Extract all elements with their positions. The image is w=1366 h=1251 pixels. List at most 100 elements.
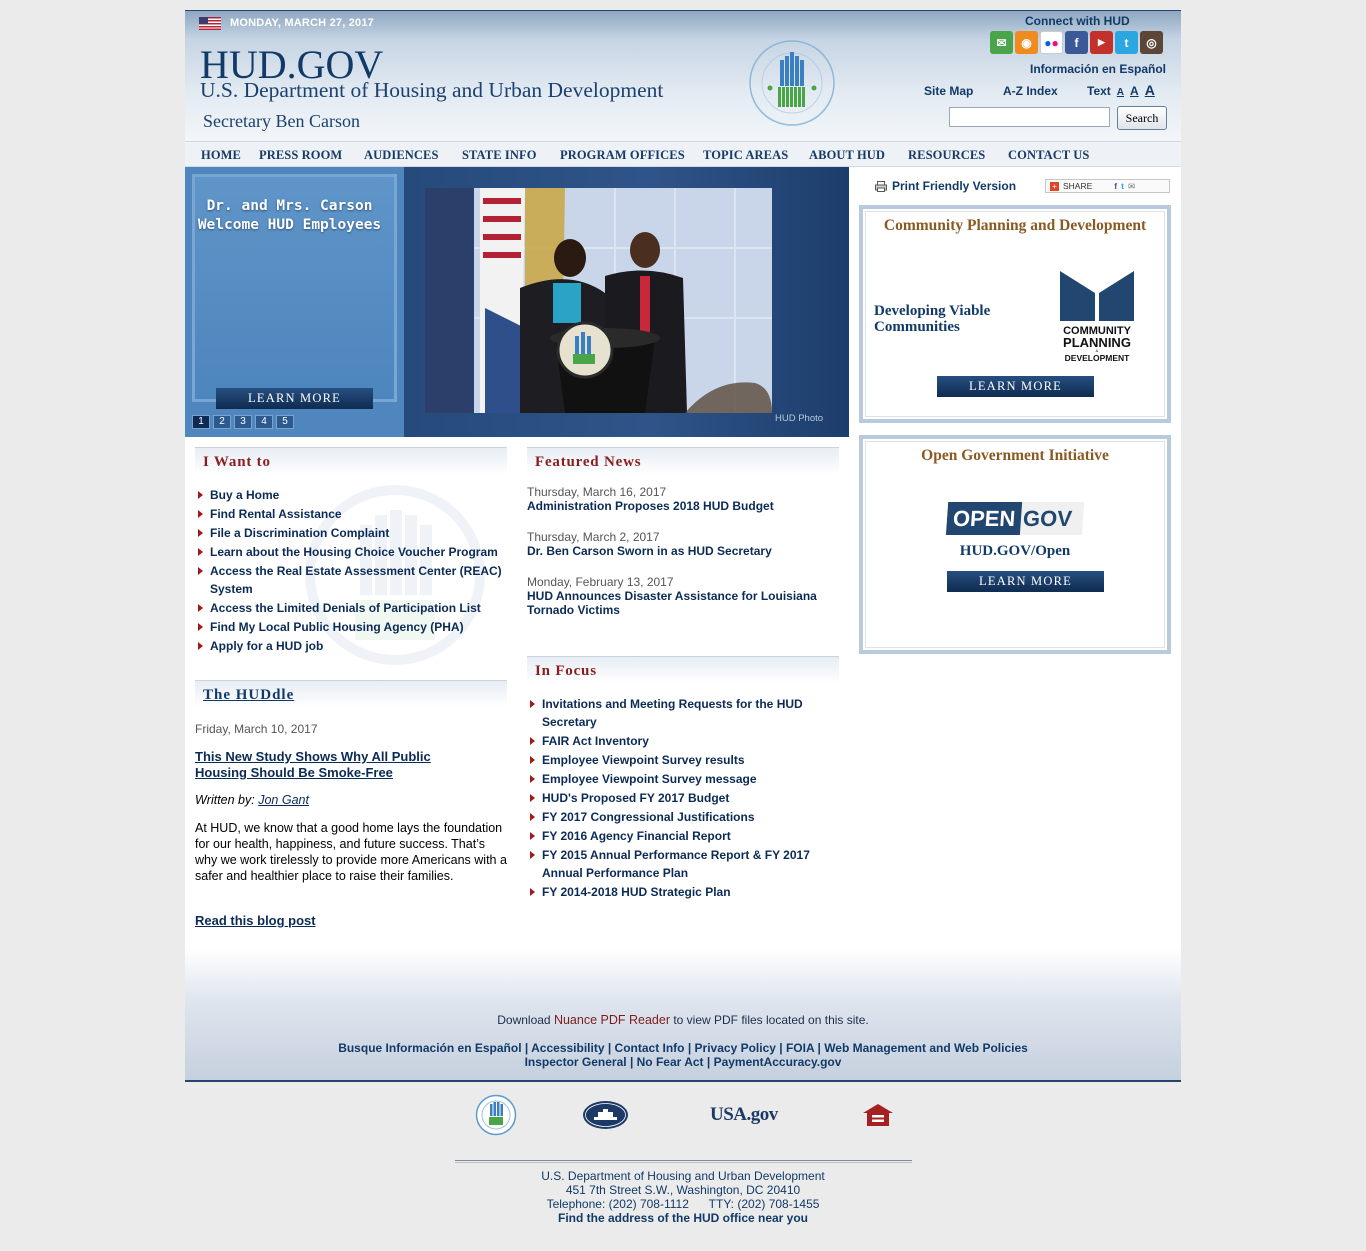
page-container: MONDAY, MARCH 27, 2017 HUD.GOV U.S. Depa…: [185, 10, 1181, 1082]
email-icon: ✉: [1127, 180, 1136, 191]
list-item[interactable]: Apply for a HUD job: [195, 637, 505, 655]
search-input[interactable]: [949, 107, 1110, 127]
hero-photo-credit: HUD Photo: [775, 413, 824, 424]
hero-page-2[interactable]: 2: [213, 415, 231, 429]
news-link[interactable]: HUD Announces Disaster Assistance for Lo…: [527, 589, 837, 617]
list-item[interactable]: FY 2015 Annual Performance Report & FY 2…: [527, 846, 827, 882]
list-item[interactable]: Find Rental Assistance: [195, 505, 505, 523]
huddle-read-more-link[interactable]: Read this blog post: [195, 913, 316, 928]
list-item[interactable]: FY 2016 Agency Financial Report: [527, 827, 827, 845]
espanol-link[interactable]: Información en Español: [1030, 62, 1166, 76]
list-item[interactable]: Find My Local Public Housing Agency (PHA…: [195, 618, 505, 636]
share-button[interactable]: + SHARE f t ✉: [1045, 179, 1170, 193]
list-item[interactable]: Learn about the Housing Choice Voucher P…: [195, 543, 505, 561]
hero-page-3[interactable]: 3: [234, 415, 252, 429]
news-date: Monday, February 13, 2017: [527, 575, 674, 589]
cpd-logo-icon: COMMUNITY PLANNING & DEVELOPMENT: [1060, 271, 1134, 363]
open-gov-link[interactable]: HUD.GOV/Open: [863, 543, 1167, 560]
equal-housing-icon[interactable]: [862, 1103, 894, 1127]
open-gov-learn-more-button[interactable]: LEARN MORE: [947, 571, 1104, 592]
hero-learn-more-button[interactable]: LEARN MORE: [216, 388, 373, 409]
list-item[interactable]: FY 2017 Congressional Justifications: [527, 808, 827, 826]
open-gov-card-title: Open Government Initiative: [921, 447, 1109, 464]
rss-icon[interactable]: ◉: [1015, 31, 1038, 54]
main-nav: HOME PRESS ROOM AUDIENCES STATE INFO PRO…: [185, 141, 1181, 167]
hero-page-5[interactable]: 5: [276, 415, 294, 429]
twitter-icon[interactable]: t: [1115, 31, 1138, 54]
news-date: Thursday, March 16, 2017: [527, 485, 667, 499]
in-focus-header: In Focus: [527, 656, 839, 684]
hero-caption-panel: Dr. and Mrs. Carson Welcome HUD Employee…: [185, 167, 404, 437]
featured-news-header: Featured News: [527, 447, 839, 475]
email-icon[interactable]: ✉: [990, 31, 1013, 54]
nav-audiences[interactable]: AUDIENCES: [364, 148, 439, 163]
footer-divider: [455, 1160, 912, 1163]
list-item[interactable]: FY 2014-2018 HUD Strategic Plan: [527, 883, 827, 901]
huddle-date: Friday, March 10, 2017: [195, 722, 318, 736]
print-friendly-link[interactable]: Print Friendly Version: [875, 179, 1016, 193]
hero-pagination: 1 2 3 4 5: [192, 415, 294, 429]
pdf-reader-note: Download Nuance PDF Reader to view PDF f…: [185, 1013, 1181, 1027]
us-flag-icon: [199, 17, 221, 30]
huddle-heading[interactable]: The HUDdle: [203, 687, 294, 704]
hero-caption: Dr. and Mrs. Carson Welcome HUD Employee…: [197, 198, 382, 233]
twitter-icon: t: [1121, 181, 1124, 191]
text-size-controls: Text A A A: [1087, 82, 1155, 98]
text-size-large[interactable]: A: [1145, 82, 1155, 98]
hero-page-4[interactable]: 4: [255, 415, 273, 429]
open-gov-logo-left: OPEN: [945, 502, 1023, 535]
open-gov-logo-right: GOV: [1022, 506, 1073, 531]
address-line-2: 451 7th Street S.W., Washington, DC 2041…: [565, 1183, 801, 1197]
facebook-icon[interactable]: f: [1065, 31, 1088, 54]
find-office-link[interactable]: Find the address of the HUD office near …: [0, 1211, 1366, 1225]
address-line-3: Telephone: (202) 708-1112 TTY: (202) 708…: [546, 1197, 820, 1211]
instagram-icon[interactable]: ◎: [1140, 31, 1163, 54]
list-item[interactable]: File a Discrimination Complaint: [195, 524, 505, 542]
i-want-to-list: Buy a Home Find Rental Assistance File a…: [195, 486, 505, 656]
open-gov-logo: OPEN GOV: [945, 502, 1085, 535]
nav-home[interactable]: HOME: [201, 148, 241, 163]
list-item[interactable]: Access the Limited Denials of Participat…: [195, 599, 505, 617]
nav-contact-us[interactable]: CONTACT US: [1008, 148, 1089, 163]
cpd-learn-more-button[interactable]: LEARN MORE: [937, 376, 1094, 397]
text-size-label: Text: [1087, 84, 1111, 98]
cpd-card-title: Community Planning and Development: [883, 217, 1147, 234]
nav-resources[interactable]: RESOURCES: [908, 148, 985, 163]
huddle-header: The HUDdle: [195, 680, 507, 708]
hero-photo: [425, 188, 772, 413]
share-plus-icon: +: [1050, 181, 1059, 191]
flickr-icon[interactable]: ● ●: [1040, 31, 1063, 54]
huddle-article-title[interactable]: This New Study Shows Why All Public Hous…: [195, 749, 485, 781]
nav-program-offices[interactable]: PROGRAM OFFICES: [560, 148, 685, 163]
nav-state-info[interactable]: STATE INFO: [462, 148, 537, 163]
news-link[interactable]: Administration Proposes 2018 HUD Budget: [527, 499, 837, 513]
text-size-small[interactable]: A: [1117, 87, 1124, 98]
usa-gov-icon[interactable]: USA.gov: [710, 1104, 778, 1126]
text-size-medium[interactable]: A: [1130, 84, 1139, 98]
facebook-icon: f: [1114, 181, 1118, 191]
nav-topic-areas[interactable]: TOPIC AREAS: [703, 148, 788, 163]
list-item[interactable]: HUD's Proposed FY 2017 Budget: [527, 789, 827, 807]
hero-page-1[interactable]: 1: [192, 415, 210, 429]
list-item[interactable]: Access the Real Estate Assessment Center…: [195, 562, 505, 598]
list-item[interactable]: Employee Viewpoint Survey message: [527, 770, 827, 788]
nav-press-room[interactable]: PRESS ROOM: [259, 148, 342, 163]
youtube-icon[interactable]: ▶: [1090, 31, 1113, 54]
white-house-icon[interactable]: [582, 1100, 629, 1130]
usa-gov-label: USA.gov: [710, 1104, 778, 1125]
list-item[interactable]: Employee Viewpoint Survey results: [527, 751, 827, 769]
footer-links-row-1[interactable]: Busque Información en Español | Accessib…: [185, 1041, 1181, 1055]
az-index-link[interactable]: A-Z Index: [1003, 84, 1058, 98]
list-item[interactable]: Invitations and Meeting Requests for the…: [527, 695, 827, 731]
list-item[interactable]: FAIR Act Inventory: [527, 732, 827, 750]
huddle-body: At HUD, we know that a good home lays th…: [195, 821, 507, 883]
huddle-author-link[interactable]: Jon Gant: [258, 793, 309, 807]
nav-about-hud[interactable]: ABOUT HUD: [809, 148, 885, 163]
nuance-pdf-link[interactable]: Nuance PDF Reader: [554, 1013, 670, 1027]
hud-seal-icon[interactable]: [475, 1094, 517, 1136]
search-button[interactable]: Search: [1117, 106, 1167, 130]
list-item[interactable]: Buy a Home: [195, 486, 505, 504]
news-link[interactable]: Dr. Ben Carson Sworn in as HUD Secretary: [527, 544, 837, 558]
footer-links-row-2[interactable]: Inspector General | No Fear Act | Paymen…: [185, 1055, 1181, 1069]
site-map-link[interactable]: Site Map: [924, 84, 973, 98]
